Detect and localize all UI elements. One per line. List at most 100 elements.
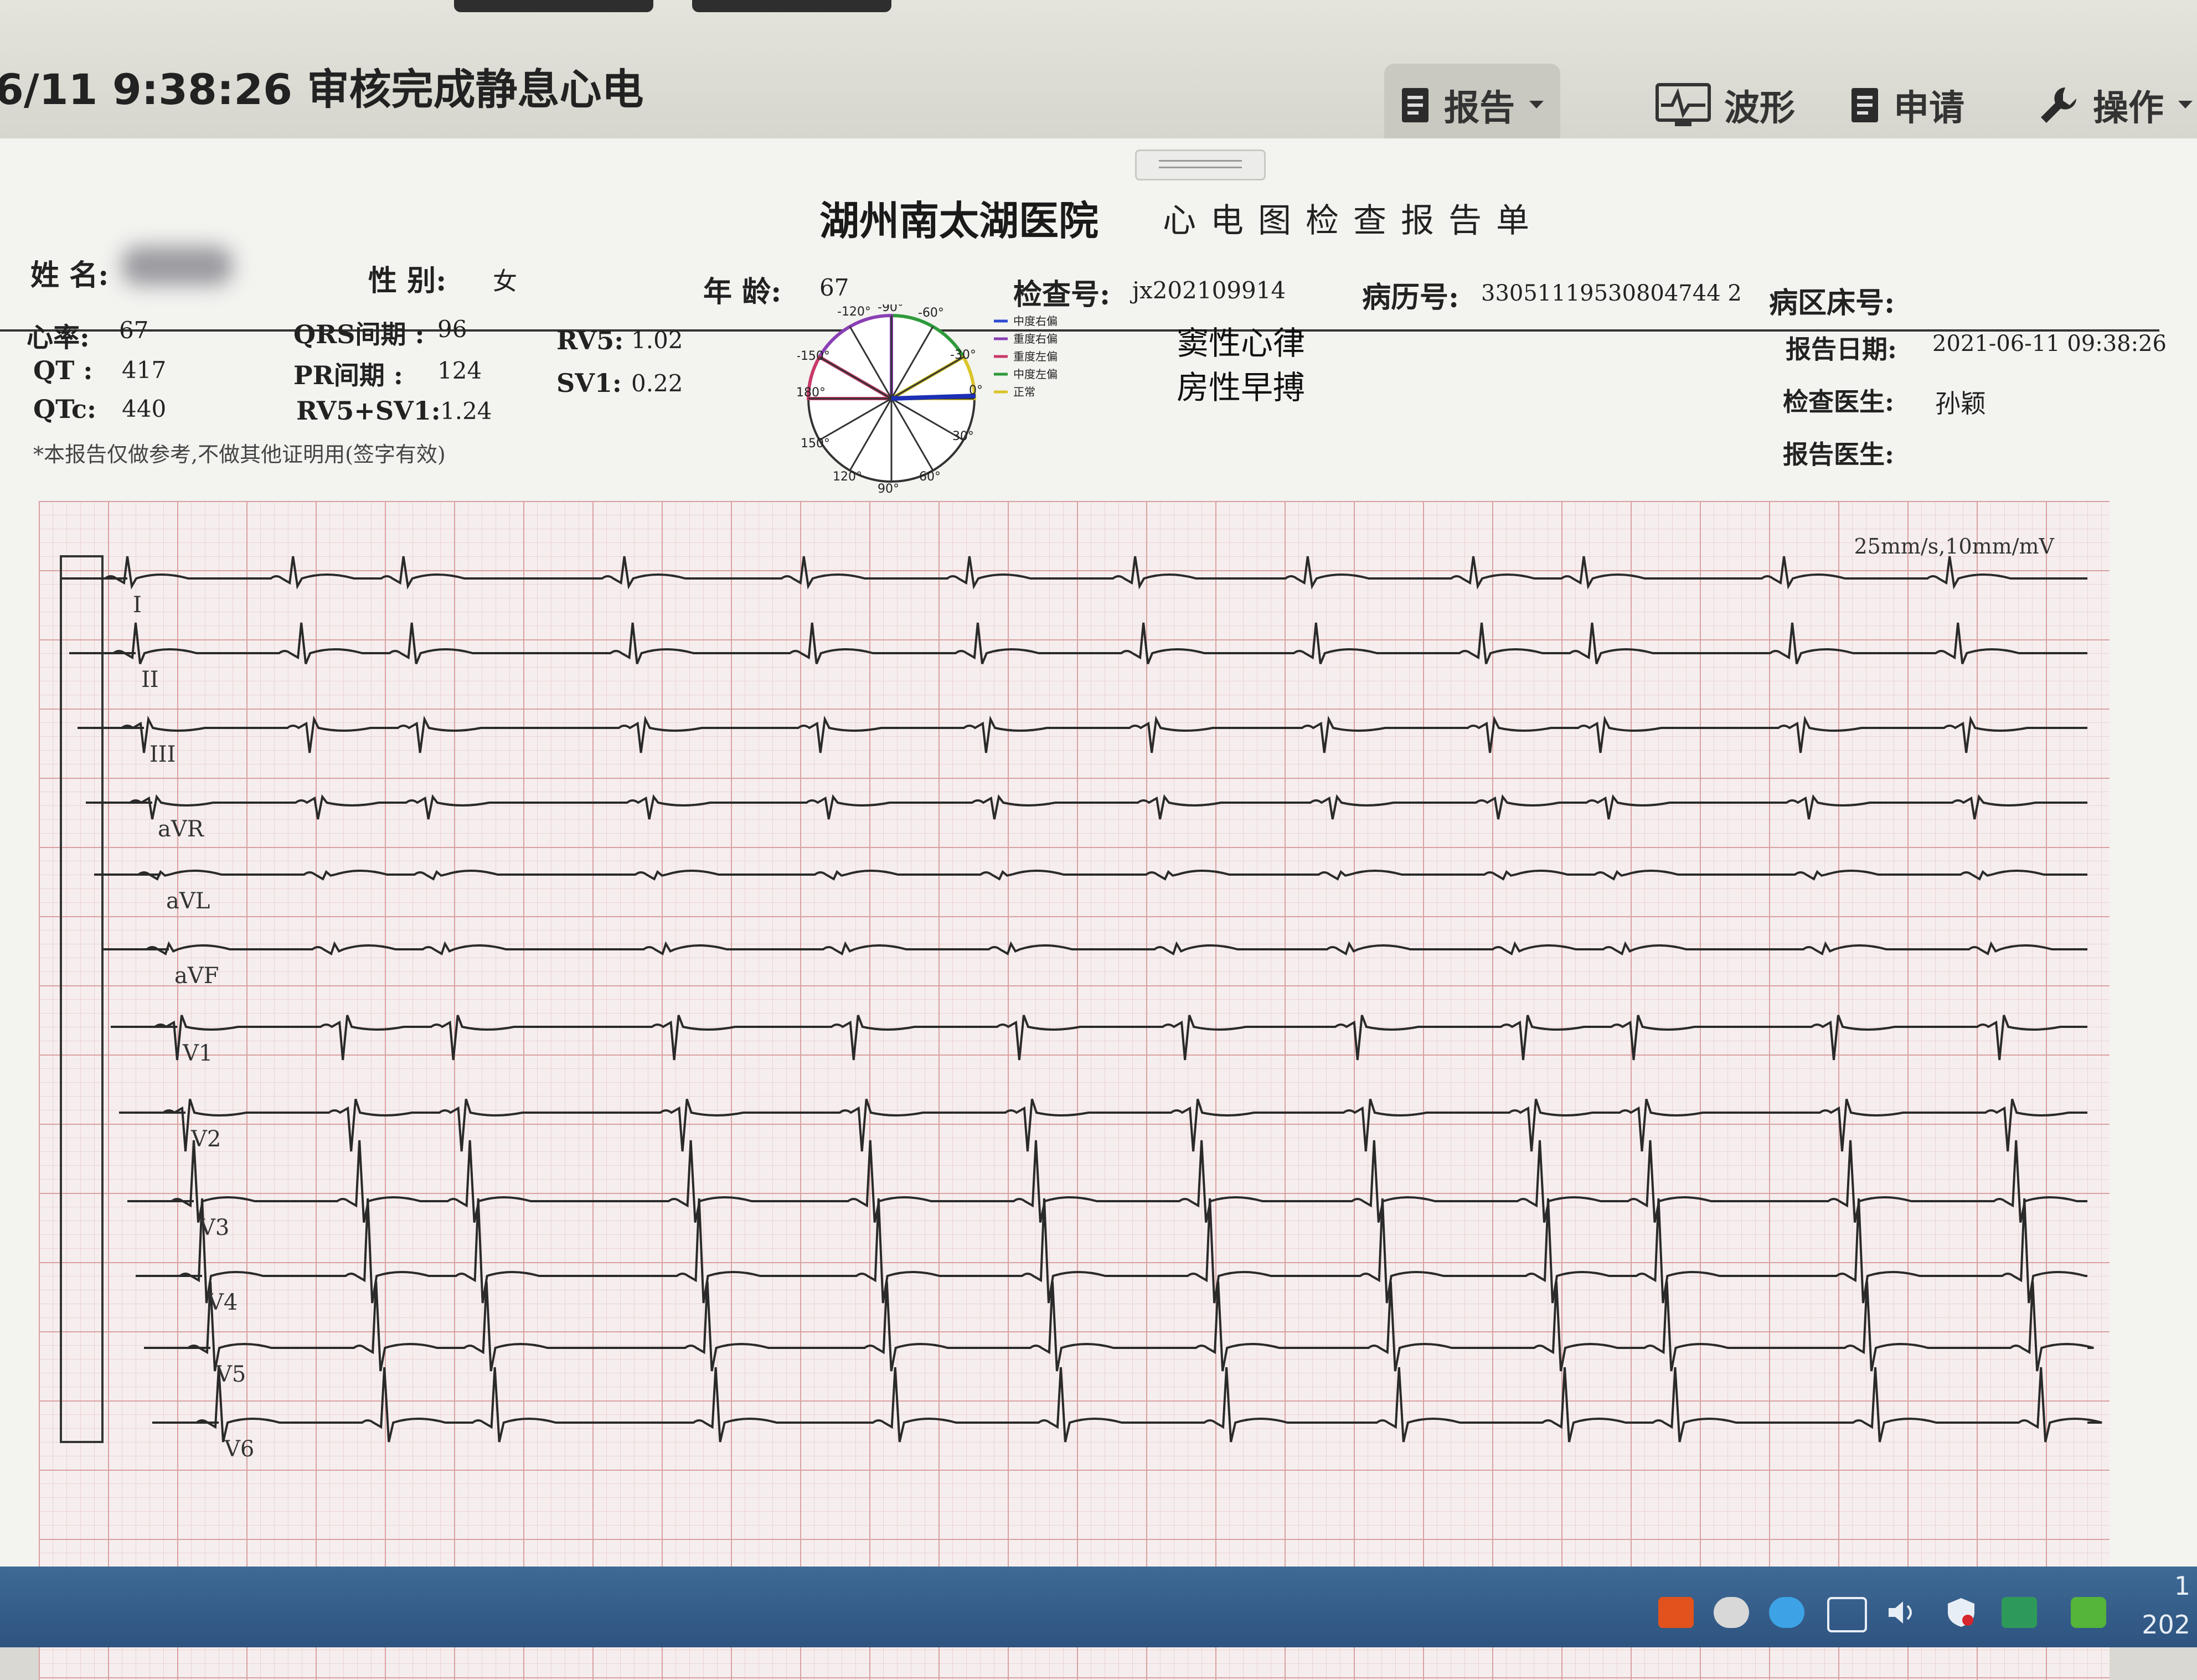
report-sheet: 湖州南太湖医院 心电图检查报告单 姓 名: 性 别: 女 年 龄: 67 检查号… bbox=[0, 138, 2197, 1680]
report-form-title: 心电图检查报告单 bbox=[1163, 201, 1544, 240]
age-label: 年 龄: bbox=[703, 275, 782, 309]
taskbar bbox=[0, 1567, 2197, 1647]
speed-gain-label: 25mm/s,10mm/mV bbox=[1854, 534, 2054, 559]
exam-doctor-label: 检查医生: bbox=[1783, 387, 1894, 417]
sv1-label: SV1: bbox=[556, 368, 622, 398]
sv1-value: 0.22 bbox=[631, 370, 683, 397]
ecg-trace-II bbox=[69, 622, 2087, 665]
rv5-label: RV5: bbox=[556, 325, 624, 355]
redacted-name bbox=[122, 246, 233, 285]
top-tab[interactable] bbox=[454, 0, 653, 12]
lead-label: V5 bbox=[216, 1362, 246, 1387]
app-tray-icon[interactable] bbox=[2071, 1597, 2106, 1628]
app-tray-icon[interactable] bbox=[2002, 1597, 2037, 1628]
ecg-trace-aVL bbox=[94, 870, 2087, 881]
panel-resize-handle[interactable] bbox=[1135, 149, 1266, 180]
qrs-label: QRS间期 : bbox=[293, 319, 425, 349]
request-icon bbox=[1852, 88, 1878, 122]
sex-label: 性 别: bbox=[368, 264, 447, 298]
axis-legend-item: 中度右偏 bbox=[1013, 314, 1058, 328]
taskbar-clock: 1 202 bbox=[2142, 1567, 2190, 1644]
operation-menu-button[interactable]: 操作 bbox=[2038, 64, 2194, 147]
hr-label: 心率: bbox=[27, 322, 90, 353]
lead-label: III bbox=[149, 742, 176, 767]
axis-tick: -150° bbox=[797, 349, 830, 363]
axis-legend-item: 正常 bbox=[1013, 385, 1035, 399]
qt-value: 417 bbox=[122, 356, 167, 384]
hr-value: 67 bbox=[119, 317, 149, 344]
waveform-button[interactable]: 波形 bbox=[1656, 64, 1795, 147]
lead-label: V6 bbox=[224, 1436, 255, 1462]
diagnosis-block: 窦性心律 房性早搏 bbox=[1177, 321, 1305, 410]
disclaimer: *本报告仅做参考,不做其他证明用(签字有效) bbox=[33, 442, 446, 467]
lead-label: V4 bbox=[208, 1290, 238, 1315]
lead-label: aVR bbox=[158, 816, 204, 842]
report-doctor-label: 报告医生: bbox=[1783, 440, 1894, 469]
security-shield-icon[interactable] bbox=[1943, 1597, 1979, 1628]
axis-legend-item: 重度右偏 bbox=[1013, 332, 1058, 345]
waveform-label: 波形 bbox=[1724, 88, 1795, 129]
axis-needle bbox=[891, 394, 976, 401]
qtc-label: QTc: bbox=[33, 394, 97, 424]
axis-legend-item: 中度左偏 bbox=[1013, 368, 1058, 381]
axis-tick: 90° bbox=[878, 482, 899, 496]
pr-label: PR间期 : bbox=[293, 360, 403, 390]
rv5-sv1-label: RV5+SV1: bbox=[296, 396, 441, 426]
ecg-trace-I bbox=[61, 556, 2087, 590]
ecg-trace-V2 bbox=[119, 1098, 2087, 1152]
app-tray-icon[interactable] bbox=[1658, 1597, 1694, 1628]
request-label: 申请 bbox=[1894, 88, 1964, 129]
chevron-down-icon bbox=[2178, 101, 2193, 108]
pr-value: 124 bbox=[437, 357, 482, 384]
diagnosis-item: 房性早搏 bbox=[1177, 369, 1306, 406]
axis-tick: 60° bbox=[919, 470, 941, 484]
ecg-trace-V1 bbox=[111, 1015, 2087, 1061]
axis-tick: -120° bbox=[837, 305, 871, 319]
diagnosis-item: 窦性心律 bbox=[1177, 324, 1306, 362]
record-no-label: 病历号: bbox=[1362, 281, 1459, 314]
waveform-icon bbox=[1656, 83, 1711, 126]
report-icon bbox=[1402, 88, 1428, 122]
axis-tick: 180° bbox=[797, 386, 826, 400]
volume-icon[interactable] bbox=[1885, 1597, 1921, 1628]
top-tab[interactable] bbox=[692, 0, 891, 12]
sex-value: 女 bbox=[493, 267, 517, 296]
qrs-value: 96 bbox=[437, 316, 467, 343]
record-no-value: 33051119530804744 2 bbox=[1481, 281, 1742, 306]
app-tray-icon[interactable] bbox=[1714, 1597, 1749, 1628]
lead-label: V1 bbox=[183, 1041, 213, 1066]
wrench-icon bbox=[2041, 87, 2076, 123]
browser-tray-icon[interactable] bbox=[1769, 1597, 1804, 1628]
axis-legend-item: 重度左偏 bbox=[1013, 350, 1058, 363]
ecg-trace-V4 bbox=[136, 1198, 2087, 1304]
report-date-value: 2021-06-11 09:38:26 bbox=[1932, 331, 2167, 356]
exam-no-value: jx202109914 bbox=[1132, 277, 1286, 304]
clock-date: 202 bbox=[2142, 1610, 2190, 1640]
exam-doctor-value: 孙颖 bbox=[1935, 389, 1986, 418]
qt-label: QT : bbox=[33, 355, 93, 385]
ecg-trace-aVR bbox=[86, 794, 2087, 820]
axis-tick: 0° bbox=[969, 384, 983, 397]
lead-label: aVF bbox=[174, 963, 219, 989]
axis-tick: 150° bbox=[801, 437, 830, 451]
report-date-label: 报告日期: bbox=[1786, 334, 1897, 364]
lead-label: aVL bbox=[166, 888, 210, 914]
ecg-trace-V3 bbox=[127, 1140, 2087, 1223]
ecg-trace-V6 bbox=[152, 1367, 2102, 1443]
rv5-value: 1.02 bbox=[631, 327, 683, 354]
qtc-value: 440 bbox=[122, 395, 167, 422]
report-menu-label: 报告 bbox=[1444, 88, 1515, 129]
chevron-down-icon bbox=[1529, 101, 1544, 108]
request-button[interactable]: 申请 bbox=[1849, 64, 1964, 147]
title-bar: 6/11 9:38:26 审核完成静息心电 报告 波形 申请 操作 bbox=[0, 0, 2197, 147]
calibration-frame bbox=[60, 555, 104, 1443]
network-icon[interactable] bbox=[1827, 1597, 1867, 1632]
report-menu-button[interactable]: 报告 bbox=[1384, 64, 1560, 147]
ecg-traces bbox=[60, 555, 2102, 1443]
operation-menu-label: 操作 bbox=[2093, 88, 2164, 129]
lead-label: V3 bbox=[199, 1215, 230, 1240]
axis-tick: 120° bbox=[833, 470, 862, 484]
ward-bed-label: 病区床号: bbox=[1769, 286, 1895, 320]
ecg-trace-V5 bbox=[144, 1281, 2094, 1372]
axis-tick: -60° bbox=[918, 306, 944, 320]
